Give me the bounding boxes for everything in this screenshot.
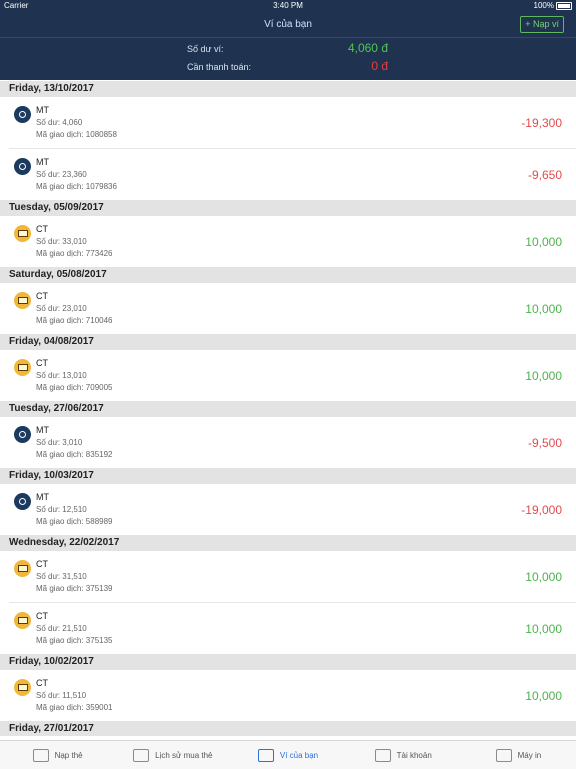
transaction-type: CT (36, 678, 48, 688)
transaction-code: Mã giao dịch: 835192 (36, 450, 113, 459)
printer-icon (495, 748, 512, 762)
battery-indicator: 100% (534, 1, 572, 10)
date-section-header: Tuesday, 05/09/2017 (0, 200, 576, 216)
status-bar: Carrier 3:40 PM 100% (0, 0, 576, 12)
amount-due-label: Cần thanh toán: (187, 62, 252, 72)
transaction-code: Mã giao dịch: 359001 (36, 703, 113, 712)
date-section-header: Friday, 10/03/2017 (0, 468, 576, 484)
transaction-balance: Số dư: 31,510 (36, 572, 87, 581)
transaction-row[interactable]: CT Số dư: 13,010 Mã giao dịch: 709005 10,00… (0, 350, 576, 401)
transaction-row[interactable]: CT Số dư: 11,510 Mã giao dịch: 359001 10,00… (0, 670, 576, 721)
transaction-code: Mã giao dịch: 375135 (36, 636, 113, 645)
transaction-list[interactable]: Friday, 13/10/2017 MT Số dư: 4,060 Mã giao … (0, 81, 576, 736)
transaction-balance: Số dư: 23,360 (36, 170, 87, 179)
transaction-balance: Số dư: 23,010 (36, 304, 87, 313)
date-section-header: Tuesday, 27/06/2017 (0, 401, 576, 417)
transaction-balance: Số dư: 13,010 (36, 371, 87, 380)
transaction-type: CT (36, 224, 48, 234)
date-section-header: Friday, 13/10/2017 (0, 81, 576, 97)
payment-coin-icon (14, 426, 31, 443)
transaction-row[interactable]: CT Số dư: 23,010 Mã giao dịch: 710046 10,00… (0, 283, 576, 334)
tab-label: Tài khoản (396, 750, 432, 760)
cash-topup-icon (14, 679, 31, 696)
transaction-type: CT (36, 559, 48, 569)
payment-coin-icon (14, 158, 31, 175)
cash-topup-icon (14, 359, 31, 376)
transaction-balance: Số dư: 3,010 (36, 438, 83, 447)
payment-coin-icon (14, 493, 31, 510)
nav-bar: Ví của bạn + Nạp ví (0, 12, 576, 38)
tab-label: Lịch sử mua thẻ (155, 750, 213, 760)
balance-summary: Số dư ví: 4,060 đ Cần thanh toán: 0 đ (0, 38, 576, 80)
tab-label: Ví của bạn (279, 750, 319, 760)
calendar-icon (133, 748, 150, 762)
transaction-code: Mã giao dịch: 709005 (36, 383, 113, 392)
transaction-type: MT (36, 425, 49, 435)
transaction-row[interactable]: CT Số dư: 21,510 Mã giao dịch: 375135 10,00… (0, 603, 576, 654)
transaction-code: Mã giao dịch: 588989 (36, 517, 113, 526)
transaction-row[interactable]: MT Số dư: 3,010 Mã giao dịch: 835192 -9,500 (0, 417, 576, 468)
date-section-header: Wednesday, 22/02/2017 (0, 535, 576, 551)
transaction-amount: -19,000 (521, 503, 562, 517)
page-title: Ví của bạn (264, 19, 312, 30)
transaction-row[interactable]: MT Số dư: 12,510 Mã giao dịch: 588989 -19,0… (0, 484, 576, 535)
transaction-type: CT (36, 291, 48, 301)
transaction-balance: Số dư: 33,010 (36, 237, 87, 246)
top-up-wallet-button[interactable]: + Nạp ví (520, 16, 564, 33)
date-section-header: Saturday, 05/08/2017 (0, 267, 576, 283)
user-icon (374, 748, 391, 762)
transaction-code: Mã giao dịch: 1080858 (36, 130, 117, 139)
tab-user[interactable]: Tài khoản (346, 741, 461, 769)
cash-topup-icon (14, 292, 31, 309)
amount-due-value: 0 đ (371, 59, 388, 73)
transaction-code: Mã giao dịch: 773426 (36, 249, 113, 258)
transaction-balance: Số dư: 4,060 (36, 118, 83, 127)
transaction-balance: Số dư: 12,510 (36, 505, 87, 514)
cash-topup-icon (14, 612, 31, 629)
tab-card[interactable]: Nạp thẻ (0, 741, 115, 769)
wallet-icon (257, 748, 274, 762)
transaction-type: MT (36, 157, 49, 167)
transaction-row[interactable]: CT Số dư: 31,510 Mã giao dịch: 375139 10,00… (9, 551, 576, 603)
transaction-type: MT (36, 105, 49, 115)
date-section-header: Friday, 27/01/2017 (0, 721, 576, 736)
transaction-amount: 10,000 (525, 622, 562, 636)
transaction-code: Mã giao dịch: 375139 (36, 584, 113, 593)
transaction-row[interactable]: CT Số dư: 33,010 Mã giao dịch: 773426 10,00… (0, 216, 576, 267)
transaction-type: CT (36, 358, 48, 368)
cash-topup-icon (14, 225, 31, 242)
transaction-code: Mã giao dịch: 1079836 (36, 182, 117, 191)
battery-icon (556, 1, 572, 10)
transaction-amount: -19,300 (521, 116, 562, 130)
transaction-balance: Số dư: 21,510 (36, 624, 87, 633)
transaction-code: Mã giao dịch: 710046 (36, 316, 113, 325)
tab-bar: Nạp thẻ Lịch sử mua thẻ Ví của bạn Tài khoả… (0, 740, 576, 769)
transaction-amount: -9,650 (527, 168, 562, 182)
transaction-balance: Số dư: 11,510 (36, 691, 87, 700)
payment-coin-icon (14, 106, 31, 123)
tab-label: Máy in (517, 750, 542, 760)
tab-wallet[interactable]: Ví của bạn (230, 741, 345, 769)
card-icon (32, 748, 49, 762)
transaction-row[interactable]: MT Số dư: 23,360 Mã giao dịch: 1079836 -9,6… (0, 149, 576, 200)
transaction-amount: 10,000 (525, 369, 562, 383)
tab-printer[interactable]: Máy in (461, 741, 576, 769)
date-section-header: Friday, 10/02/2017 (0, 654, 576, 670)
transaction-amount: 10,000 (525, 570, 562, 584)
tab-label: Nạp thẻ (54, 750, 83, 760)
transaction-amount: -9,500 (527, 436, 562, 450)
transaction-amount: 10,000 (525, 235, 562, 249)
transaction-amount: 10,000 (525, 689, 562, 703)
date-section-header: Friday, 04/08/2017 (0, 334, 576, 350)
battery-percent: 100% (533, 1, 554, 10)
tab-calendar[interactable]: Lịch sử mua thẻ (115, 741, 230, 769)
transaction-row[interactable]: MT Số dư: 4,060 Mã giao dịch: 1080858 -19,3… (9, 97, 576, 149)
transaction-amount: 10,000 (525, 302, 562, 316)
wallet-balance-label: Số dư ví: (187, 44, 224, 54)
transaction-type: CT (36, 611, 48, 621)
wallet-balance-value: 4,060 đ (347, 41, 388, 55)
clock: 3:40 PM (273, 1, 303, 10)
transaction-type: MT (36, 492, 49, 502)
cash-topup-icon (14, 560, 31, 577)
